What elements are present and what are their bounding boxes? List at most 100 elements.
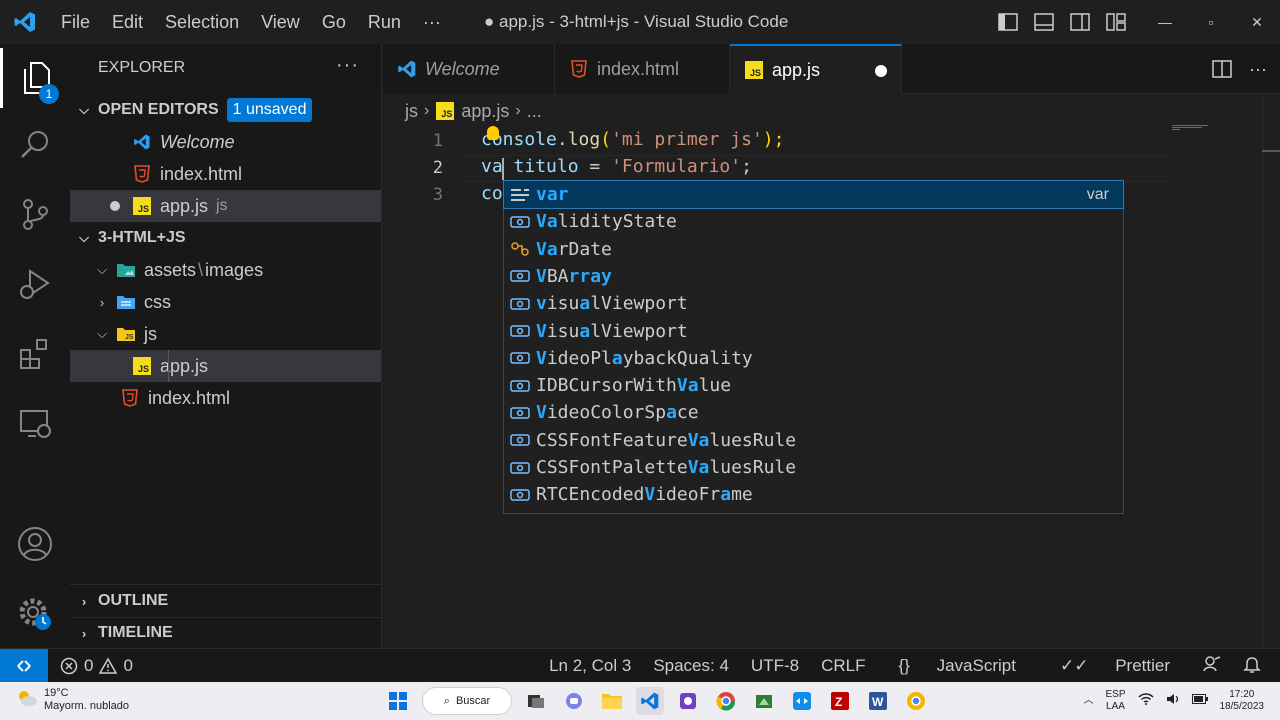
teams-chat-icon[interactable] [560,687,588,715]
minimap[interactable] [1172,125,1212,131]
suggestion-item[interactable]: var var [503,180,1124,209]
suggestion-item[interactable]: ValidityState [504,208,1123,235]
tab-app-js[interactable]: JS app.js [730,44,902,94]
open-editor-app-js[interactable]: JS app.js js [70,190,381,222]
menu-view[interactable]: View [250,0,311,44]
manage-gear-icon[interactable] [0,584,70,644]
open-editors-header[interactable]: ⌵ OPEN EDITORS 1 unsaved [70,94,381,126]
code-line-2[interactable]: va titulo = 'Formulario'; [481,156,752,177]
word-icon[interactable]: W [864,687,892,715]
search-icon[interactable] [0,114,70,174]
menu-go[interactable]: Go [311,0,357,44]
teamviewer-icon[interactable] [788,687,816,715]
open-editor-folder: js [216,197,228,214]
app-icon[interactable] [750,687,778,715]
prettier-status[interactable]: ✓✓ Prettier [1038,656,1192,676]
clock[interactable]: 17:20 18/5/2023 [1214,689,1271,713]
more-actions-icon[interactable]: ··· [1240,44,1276,94]
suggestion-item[interactable]: CSSFontPaletteValuesRule [504,454,1123,481]
wifi-icon[interactable] [1132,693,1160,709]
battery-icon[interactable] [1186,694,1214,708]
chrome-alt-icon[interactable] [902,687,930,715]
suggestion-item[interactable]: VisualViewport [504,318,1123,345]
filezilla-icon[interactable]: Z [826,687,854,715]
suggestion-item[interactable]: VarDate [504,236,1123,263]
split-editor-icon[interactable] [1204,44,1240,94]
toggle-secondary-sidebar-icon[interactable] [1062,0,1098,44]
run-debug-icon[interactable] [0,254,70,314]
language-mode[interactable]: {} JavaScript [877,656,1038,676]
feedback-icon[interactable] [1192,655,1232,678]
remote-indicator-icon[interactable] [0,648,48,683]
code-line-1[interactable]: console.log('mi primer js'); [481,129,784,150]
encoding[interactable]: UTF-8 [740,656,810,676]
windows-start-icon[interactable] [384,687,412,715]
accounts-icon[interactable] [0,514,70,574]
open-editor-index-html[interactable]: index.html [70,158,381,190]
maximize-button[interactable]: ▫ [1188,0,1234,44]
problems-indicator[interactable]: 0 0 [48,656,133,676]
menu-more[interactable]: ··· [412,0,452,44]
chevron-right-icon: › [424,102,430,119]
cursor-position[interactable]: Ln 2, Col 3 [538,656,642,676]
minimize-button[interactable]: — [1142,0,1188,44]
line-number: 3 [432,185,443,205]
explorer-more-button[interactable]: ··· [336,54,359,77]
toggle-panel-icon[interactable] [1026,0,1062,44]
suggestion-item[interactable]: IDBCursorWithValue [504,372,1123,399]
suggestion-item[interactable]: VideoColorSpace [504,399,1123,426]
code-line-3[interactable]: co [481,183,503,204]
toggle-primary-sidebar-icon[interactable] [990,0,1026,44]
input-language[interactable]: ESP LAA [1099,689,1131,713]
lightbulb-icon[interactable] [487,126,499,140]
tab-welcome[interactable]: Welcome [383,44,555,94]
project-folder-header[interactable]: ⌵ 3-HTML+JS [70,222,381,254]
menu-run[interactable]: Run [357,0,412,44]
tray-chevron-up-icon[interactable]: ︿ [1077,695,1099,707]
suggestion-text: lViewport [590,293,688,315]
tree-folder-js[interactable]: ⌵ JS js [70,318,381,350]
weather-widget[interactable]: 19°C Mayorm. nublado [16,687,129,713]
explorer-icon[interactable]: 1 [0,48,70,108]
suggestion-item[interactable]: CSSFontFeatureValuesRule [504,427,1123,454]
tree-folder-assets[interactable]: ⌵ assets \ images [70,254,381,286]
tab-index-html[interactable]: index.html [555,44,730,94]
customize-layout-icon[interactable] [1098,0,1134,44]
chrome-icon[interactable] [712,687,740,715]
github-desktop-icon[interactable] [674,687,702,715]
code-token: log [567,129,601,150]
remote-explorer-icon[interactable] [0,394,70,454]
open-editor-welcome[interactable]: Welcome [70,126,381,158]
suggestion-item[interactable]: visualViewport [504,290,1123,317]
taskbar-search[interactable]: ⌕ Buscar [422,687,512,715]
timeline-header[interactable]: › TIMELINE [70,617,381,649]
task-view-icon[interactable] [522,687,550,715]
close-window-button[interactable]: ✕ [1234,0,1280,44]
suggestion-text: luesRule [709,429,797,451]
editor-scrollbar[interactable] [1262,94,1280,648]
outline-header[interactable]: › OUTLINE [70,585,381,617]
breadcrumb-file[interactable]: app.js [461,101,509,122]
vscode-taskbar-icon[interactable] [636,687,664,715]
tree-file-index-html[interactable]: index.html [70,382,381,414]
notifications-bell-icon[interactable] [1232,655,1272,678]
tree-folder-css[interactable]: › css [70,286,381,318]
menu-file[interactable]: File [50,0,101,44]
unsaved-dot-icon[interactable] [875,65,887,77]
breadcrumb-more[interactable]: ... [527,101,542,122]
volume-icon[interactable] [1160,693,1186,709]
suggestion-item[interactable]: VideoPlaybackQuality [504,345,1123,372]
breadcrumb-folder[interactable]: js [405,101,418,122]
unsaved-dot-icon[interactable] [110,201,120,211]
tree-file-app-js[interactable]: JS app.js [70,350,381,382]
source-control-icon[interactable] [0,184,70,244]
file-explorer-icon[interactable] [598,687,626,715]
suggestion-item[interactable]: RTCEncodedVideoFrame [504,481,1123,508]
menu-selection[interactable]: Selection [154,0,250,44]
menu-edit[interactable]: Edit [101,0,154,44]
extensions-icon[interactable] [0,324,70,384]
suggestion-item[interactable]: VBArray [504,263,1123,290]
vscode-file-icon [397,59,417,79]
indentation[interactable]: Spaces: 4 [642,656,740,676]
end-of-line[interactable]: CRLF [810,656,876,676]
